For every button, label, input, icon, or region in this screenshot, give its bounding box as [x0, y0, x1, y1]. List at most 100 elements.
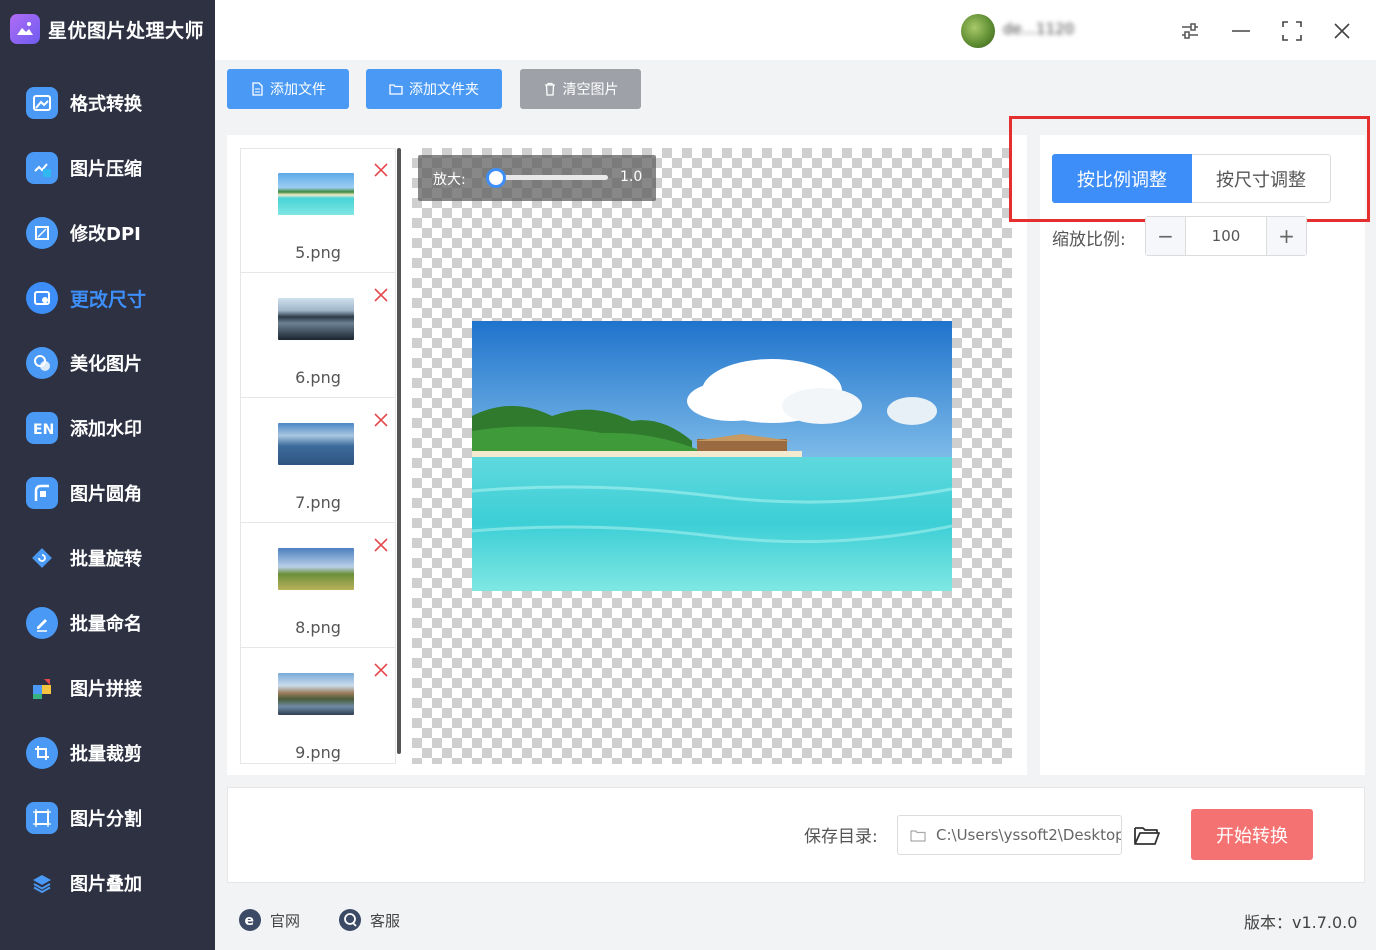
beautify-icon: [26, 347, 58, 379]
app-title-text: 星优图片处理大师: [48, 19, 205, 42]
minimize-icon[interactable]: [1224, 14, 1258, 48]
split-icon: [26, 802, 58, 834]
website-label: 官网: [270, 911, 301, 930]
version-text: 版本：v1.7.0.0: [1244, 913, 1358, 932]
sidebar-item-puzzle[interactable]: 图片拼接: [0, 663, 215, 713]
sidebar-item-round-corner[interactable]: 图片圆角: [0, 468, 215, 518]
file-thumbnail: [278, 173, 354, 215]
save-dir-input[interactable]: C:\Users\yssoft2\Desktop: [897, 815, 1122, 855]
title-bar: de...1120: [215, 0, 1376, 60]
trash-icon: [544, 82, 555, 96]
avatar[interactable]: [961, 14, 995, 48]
decrement-button[interactable]: −: [1146, 217, 1186, 255]
file-thumbnail: [278, 423, 354, 465]
browse-folder-icon[interactable]: [1132, 820, 1162, 850]
delete-icon[interactable]: [372, 536, 390, 554]
sidebar-item-label: 批量旋转: [70, 549, 142, 570]
close-icon[interactable]: [1325, 14, 1359, 48]
tab-scale-by-ratio[interactable]: 按比例调整: [1052, 154, 1192, 203]
list-item[interactable]: 8.png: [241, 524, 395, 648]
resize-icon: [26, 282, 58, 314]
tab-scale-by-size[interactable]: 按尺寸调整: [1192, 154, 1331, 203]
rename-icon: [26, 607, 58, 639]
list-item[interactable]: 5.png: [241, 149, 395, 273]
sidebar-item-compress[interactable]: 图片压缩: [0, 143, 215, 193]
user-name: de...1120: [1003, 20, 1075, 38]
save-dir-label: 保存目录:: [804, 827, 878, 847]
dpi-icon: [26, 217, 58, 249]
folder-icon: [389, 84, 403, 95]
crop-icon: [26, 737, 58, 769]
save-dir-value: C:\Users\yssoft2\Desktop: [936, 826, 1122, 844]
sidebar-item-label: 图片圆角: [70, 484, 142, 505]
sidebar-item-split[interactable]: 图片分割: [0, 793, 215, 843]
sidebar-item-format-convert[interactable]: 格式转换: [0, 78, 215, 128]
sidebar-item-dpi[interactable]: 修改DPI: [0, 208, 215, 258]
folder-icon: [910, 830, 926, 842]
clear-images-label: 清空图片: [562, 82, 619, 98]
list-scrollbar[interactable]: [397, 148, 401, 754]
zoom-slider-thumb[interactable]: [486, 168, 506, 188]
svg-text:e: e: [245, 913, 255, 929]
delete-icon[interactable]: [372, 161, 390, 179]
increment-button[interactable]: +: [1266, 217, 1306, 255]
file-name: 8.png: [295, 618, 341, 637]
website-link[interactable]: e 官网: [238, 906, 300, 934]
sidebar-item-label: 图片分割: [70, 809, 142, 830]
sidebar-item-label: 更改尺寸: [70, 288, 147, 311]
support-label: 客服: [370, 911, 401, 930]
file-list: 5.png 6.png 7.png 8.png 9.png: [240, 148, 396, 764]
zoom-slider-track[interactable]: [494, 175, 608, 180]
list-item[interactable]: 6.png: [241, 274, 395, 398]
add-folder-label: 添加文件夹: [409, 82, 479, 98]
image-format-icon: [26, 87, 58, 119]
maximize-icon[interactable]: [1275, 14, 1309, 48]
sidebar: 星优图片处理大师 格式转换 图片压缩 修改DPI 更改尺寸 美化图片 EN 添加…: [0, 0, 215, 950]
sidebar-item-label: 修改DPI: [70, 224, 141, 245]
watermark-icon: EN: [26, 412, 58, 444]
add-file-button[interactable]: 添加文件: [227, 69, 349, 109]
sidebar-item-crop[interactable]: 批量裁剪: [0, 728, 215, 778]
file-icon: [252, 82, 263, 96]
delete-icon[interactable]: [372, 286, 390, 304]
list-item[interactable]: 9.png: [241, 649, 395, 763]
sidebar-item-overlay[interactable]: 图片叠加: [0, 858, 215, 908]
zoom-label: 放大:: [433, 172, 466, 188]
delete-icon[interactable]: [372, 411, 390, 429]
sidebar-item-resize[interactable]: 更改尺寸: [0, 273, 215, 323]
sidebar-item-label: 格式转换: [70, 94, 142, 115]
zoom-control: 放大: 1.0: [418, 155, 656, 201]
sidebar-item-rename[interactable]: 批量命名: [0, 598, 215, 648]
sidebar-item-beautify[interactable]: 美化图片: [0, 338, 215, 388]
settings-icon[interactable]: [1173, 14, 1207, 48]
app-logo-icon: [10, 14, 40, 44]
scale-value[interactable]: 100: [1186, 227, 1266, 245]
file-name: 6.png: [295, 368, 341, 387]
add-file-label: 添加文件: [270, 82, 326, 98]
sidebar-item-label: 图片压缩: [70, 159, 142, 180]
website-icon: e: [239, 909, 261, 931]
delete-icon[interactable]: [372, 661, 390, 679]
sidebar-item-label: 批量裁剪: [70, 744, 142, 765]
sidebar-item-rotate[interactable]: 批量旋转: [0, 533, 215, 583]
puzzle-icon: [26, 672, 58, 704]
clear-images-button[interactable]: 清空图片: [520, 69, 641, 109]
sidebar-item-label: 图片拼接: [70, 679, 142, 700]
sidebar-item-label: 图片叠加: [70, 874, 142, 895]
file-thumbnail: [278, 298, 354, 340]
file-name: 7.png: [295, 493, 341, 512]
file-thumbnail: [278, 548, 354, 590]
layers-icon: [26, 867, 58, 899]
sidebar-item-watermark[interactable]: EN 添加水印: [0, 403, 215, 453]
rotate-icon: [26, 542, 58, 574]
support-icon: [339, 909, 361, 931]
compress-icon: [26, 152, 58, 184]
sidebar-item-label: 添加水印: [70, 419, 142, 440]
file-name: 9.png: [295, 743, 341, 762]
support-link[interactable]: 客服: [338, 906, 400, 934]
file-name: 5.png: [295, 243, 341, 262]
start-convert-button[interactable]: 开始转换: [1191, 809, 1313, 860]
list-item[interactable]: 7.png: [241, 399, 395, 523]
add-folder-button[interactable]: 添加文件夹: [366, 69, 502, 109]
scale-label: 缩放比例:: [1052, 230, 1126, 250]
